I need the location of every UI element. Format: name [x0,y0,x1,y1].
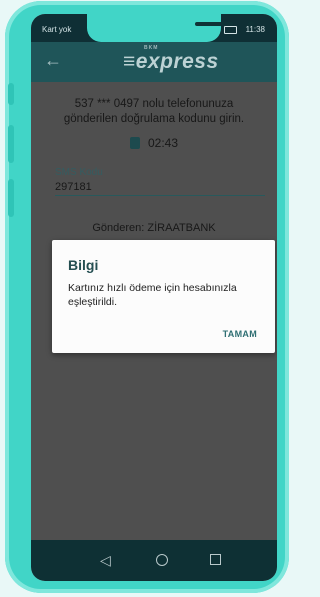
carrier-label: Kart yok [42,25,72,34]
home-icon[interactable] [156,554,168,566]
timer-value: 02:43 [147,136,179,150]
ok-button[interactable]: TAMAM [223,329,257,339]
sender-label: Gönderen: ZİRAATBANK [92,222,216,234]
dialog-title: Bilgi [68,257,99,273]
volume-up-button [8,83,14,105]
status-time: 11:38 [245,25,265,34]
message-line-1: 537 *** 0497 nolu telefonunuza [74,98,234,110]
logo-express: ≡express [123,50,219,73]
app-bar: ← BKM ≡express [31,42,277,82]
hourglass-icon [129,137,140,149]
verification-message: 537 *** 0497 nolu telefonunuza gönderile… [31,97,277,127]
sms-code-label: SMS Kodu [55,167,103,178]
sms-code-input[interactable] [55,179,265,196]
back-arrow-icon[interactable]: ← [44,50,62,71]
back-icon[interactable]: ◁ [100,552,111,569]
power-button [8,179,14,217]
phone-notch [87,14,254,42]
recents-icon[interactable] [210,554,221,565]
status-bar: Kart yok 11:38 [31,14,277,42]
battery-icon [224,26,237,34]
dialog-message: Kartınız hızlı ödeme için hesabınızla eş… [68,282,237,308]
phone-frame: Kart yok 11:38 ← BKM ≡express 537 *** 04… [5,1,289,593]
volume-down-button [8,125,14,163]
screen: Kart yok 11:38 ← BKM ≡express 537 *** 04… [31,14,277,581]
info-dialog: Bilgi Kartınız hızlı ödeme için hesabını… [52,240,275,353]
countdown-timer: 02:43 [31,136,277,150]
nav-bar: ◁ [31,540,277,581]
message-line-2: gönderilen doğrulama kodunu girin. [63,113,245,125]
